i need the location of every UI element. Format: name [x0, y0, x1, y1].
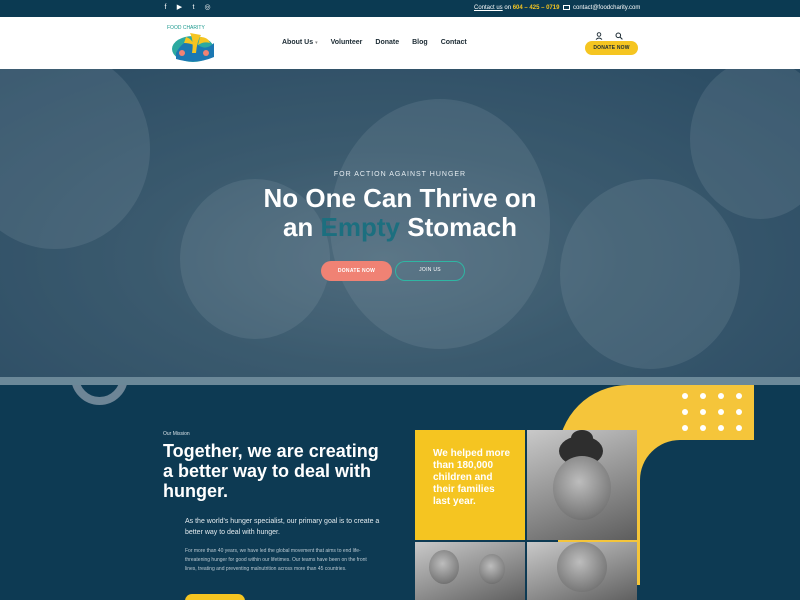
decorative-dots [682, 393, 742, 431]
hero-title-pre: an [282, 212, 321, 242]
mission-body: For more than 40 years, we have led the … [185, 548, 367, 572]
logo-icon: FOOD CHARITY [167, 25, 214, 62]
photo-girl-smiling [527, 430, 637, 540]
mission-lead: As the world's hunger specialist, our pr… [185, 518, 380, 536]
hero-title-post: Stomach [400, 212, 518, 242]
nav-item-contact[interactable]: Contact [441, 39, 467, 46]
hero-title-line1: No One Can Thrive on [263, 183, 537, 213]
hero-kicker: FOR ACTION AGAINST HUNGER [333, 171, 467, 178]
hero-bottom-strip [0, 377, 800, 385]
instagram-icon[interactable]: ◎ [204, 4, 211, 11]
nav-item-donate[interactable]: Donate [375, 39, 399, 46]
mission-section: Our Mission Together, we are creating a … [0, 385, 800, 600]
facebook-icon[interactable]: f [162, 4, 169, 11]
decorative-cutout [640, 440, 800, 600]
hero-join-button[interactable]: JOIN US [395, 261, 465, 281]
mission-kicker: Our Mission [163, 431, 190, 437]
social-links: f ▶ t ◎ [162, 4, 211, 11]
chevron-down-icon: ▾ [315, 40, 318, 46]
decorative-ring [71, 385, 128, 405]
mail-icon [563, 4, 570, 10]
email-info: contact@foodcharity.com [563, 4, 640, 12]
nav-item-blog[interactable]: Blog [412, 39, 428, 46]
nav-item-label: About Us [282, 39, 314, 46]
logo-text: FOOD CHARITY [167, 25, 205, 31]
donate-now-button[interactable]: DONATE NOW [585, 41, 638, 55]
mission-read-more-button[interactable] [185, 594, 245, 600]
stat-card: We helped more than 180,000 children and… [415, 430, 525, 540]
hero-title: No One Can Thrive on an Empty Stomach [0, 184, 800, 242]
hero-donate-button[interactable]: DONATE NOW [321, 261, 392, 281]
twitter-icon[interactable]: t [190, 4, 197, 11]
contact-us-link[interactable]: Contact us [474, 5, 503, 11]
photo-women [415, 542, 525, 600]
stat-text: We helped more than 180,000 children and… [433, 448, 511, 507]
logo[interactable]: FOOD CHARITY [166, 23, 221, 65]
hero-section: FOR ACTION AGAINST HUNGER No One Can Thr… [0, 69, 800, 385]
mission-title: Together, we are creating a better way t… [163, 441, 379, 501]
main-nav: About Us ▾ Volunteer Donate Blog Contact [282, 39, 467, 46]
top-bar: f ▶ t ◎ Contact us on 604 – 425 – 0719 c… [0, 0, 800, 17]
email-link[interactable]: contact@foodcharity.com [573, 5, 640, 11]
youtube-icon[interactable]: ▶ [176, 4, 183, 11]
photo-girl-bottom [527, 542, 637, 600]
nav-item-volunteer[interactable]: Volunteer [331, 39, 363, 46]
phone-number[interactable]: 604 – 425 – 0719 [513, 5, 560, 11]
contact-on-text: on [504, 5, 512, 11]
hero-title-highlight: Empty [320, 212, 400, 242]
contact-info: Contact us on 604 – 425 – 0719 [474, 4, 559, 12]
site-header: FOOD CHARITY About Us ▾ Volunteer Donate … [0, 17, 800, 69]
nav-item-about-us[interactable]: About Us ▾ [282, 39, 318, 46]
